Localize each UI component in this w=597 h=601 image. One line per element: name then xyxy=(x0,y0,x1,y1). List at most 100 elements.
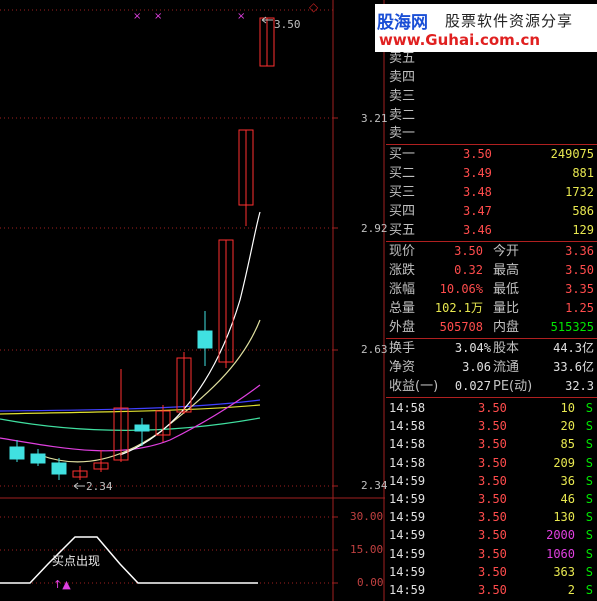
tick-time: 14:58 xyxy=(389,401,426,415)
buy-order-price: 3.48 xyxy=(463,185,492,199)
tick-price: 3.50 xyxy=(478,510,507,525)
tick-row[interactable]: 14:58 3.50 20 S xyxy=(386,417,597,436)
tick-side: S xyxy=(585,473,593,488)
buy-order-volume: 881 xyxy=(572,166,594,180)
buy-order-price: 3.46 xyxy=(463,223,492,237)
sell-order-label: 卖二 xyxy=(389,108,416,123)
divider xyxy=(386,397,597,398)
tick-time: 14:59 xyxy=(389,528,426,543)
quote-row: 总量 102.1万 量比 1.25 xyxy=(386,299,597,318)
buy-order-row[interactable]: 买三 3.48 1732 xyxy=(386,183,597,202)
kline-svg[interactable] xyxy=(0,0,385,601)
ma-line-ma10 xyxy=(39,319,261,463)
ma-line-white xyxy=(119,211,261,456)
quote-row: 外盘 505708 内盘 515325 xyxy=(386,318,597,337)
tick-row[interactable]: 14:58 3.50 209 S xyxy=(386,454,597,473)
tick-price: 3.50 xyxy=(478,546,507,561)
watermark-tagline: 股票软件资源分享 xyxy=(445,12,574,30)
buy-order-row[interactable]: 买五 3.46 129 xyxy=(386,221,597,240)
top-marker-3: × xyxy=(237,11,246,22)
buy-order-price: 3.50 xyxy=(463,147,492,161)
quote-value: 3.50 xyxy=(565,263,594,277)
tick-volume: 2000 xyxy=(546,528,575,543)
tick-volume: 46 xyxy=(560,492,575,506)
corner-diamond-icon[interactable]: ◇ xyxy=(309,0,318,14)
quote-label: 现价 xyxy=(389,244,416,259)
quote-row: 涨幅 10.06% 最低 3.35 xyxy=(386,280,597,299)
tick-side: S xyxy=(585,583,593,597)
fundamental-value: 32.3 xyxy=(565,379,594,393)
tick-volume: 85 xyxy=(560,437,575,452)
quote-row: 现价 3.50 今开 3.36 xyxy=(386,242,597,261)
tick-side: S xyxy=(585,546,593,561)
buy-order-label: 买四 xyxy=(389,204,416,219)
sell-order-row[interactable]: 卖四 xyxy=(386,68,597,87)
fundamental-label: 净资 xyxy=(389,360,416,375)
candle-body xyxy=(9,446,25,460)
tick-time: 14:59 xyxy=(389,546,426,561)
quote-label: 最低 xyxy=(493,282,520,297)
candle-body xyxy=(134,424,150,432)
fundamental-value: 33.6亿 xyxy=(553,360,594,374)
tick-row[interactable]: 14:59 3.50 46 S xyxy=(386,490,597,509)
tick-row[interactable]: 14:59 3.50 2 S xyxy=(386,581,597,600)
quote-label: 今开 xyxy=(493,244,520,259)
fundamental-row: 净资 3.06 流通 33.6亿 xyxy=(386,358,597,377)
tick-row[interactable]: 14:59 3.50 363 S xyxy=(386,563,597,582)
tick-volume: 10 xyxy=(560,401,575,415)
tick-side: S xyxy=(585,492,593,506)
price-label-2: 2.92 xyxy=(361,222,388,235)
candle-body xyxy=(30,453,46,464)
tick-row[interactable]: 14:59 3.50 1060 S xyxy=(386,545,597,564)
top-marker-1: × xyxy=(133,11,142,22)
fundamental-value: 44.3亿 xyxy=(553,341,594,355)
fundamental-value: 3.06 xyxy=(462,360,491,374)
indicator-label-3: 0.00 xyxy=(357,576,384,589)
indicator-label-1: 30.00 xyxy=(350,510,384,523)
tick-time: 14:59 xyxy=(389,510,426,525)
buy-order-row[interactable]: 买二 3.49 881 xyxy=(386,164,597,183)
quote-value: 102.1万 xyxy=(434,301,483,315)
buy-order-volume: 586 xyxy=(572,204,594,218)
buy-order-row[interactable]: 买一 3.50 249075 xyxy=(386,145,597,164)
buy-order-label: 买一 xyxy=(389,147,416,162)
price-label-3: 2.63 xyxy=(361,343,388,356)
sell-order-row[interactable]: 卖一 xyxy=(386,124,597,143)
ma-line-yellow xyxy=(0,404,261,415)
fundamental-label: 流通 xyxy=(493,360,520,375)
tick-row[interactable]: 14:59 3.50 130 S xyxy=(386,508,597,527)
tick-row[interactable]: 14:59 3.50 36 S xyxy=(386,472,597,491)
tick-price: 3.50 xyxy=(478,455,507,470)
tick-price: 3.50 xyxy=(478,528,507,543)
tick-side: S xyxy=(585,419,593,434)
sell-order-row[interactable]: 卖二 xyxy=(386,106,597,125)
fundamental-row: 换手 3.04% 股本 44.3亿 xyxy=(386,339,597,358)
fundamental-label: PE(动) xyxy=(493,379,533,394)
quote-label: 内盘 xyxy=(493,320,520,335)
quote-value: 0.32 xyxy=(454,263,483,277)
tick-time: 14:59 xyxy=(389,564,426,579)
tick-price: 3.50 xyxy=(478,473,507,488)
candle-body xyxy=(197,330,213,349)
fundamental-value: 0.027 xyxy=(454,379,491,393)
quote-value: 515325 xyxy=(550,320,594,334)
indicator-label-2: 15.00 xyxy=(350,543,384,556)
tick-price: 3.50 xyxy=(478,419,507,434)
ma-line-blue xyxy=(0,399,261,412)
tick-volume: 130 xyxy=(553,510,575,525)
tick-time: 14:59 xyxy=(389,583,426,597)
tick-row[interactable]: 14:58 3.50 10 S xyxy=(386,399,597,418)
kline-chart[interactable]: 3.21 2.92 2.63 2.34 3.50 2.34 30.00 15.0… xyxy=(0,0,388,601)
tick-row[interactable]: 14:59 3.50 2000 S xyxy=(386,526,597,545)
low-pointer-icon xyxy=(73,482,85,490)
sell-order-row[interactable]: 卖三 xyxy=(386,87,597,106)
buy-order-label: 买五 xyxy=(389,223,416,238)
quote-label: 总量 xyxy=(389,301,416,316)
buy-signal-text: 买点出现 xyxy=(52,554,101,568)
buy-order-label: 买二 xyxy=(389,166,416,181)
high-price-label: 3.50 xyxy=(274,18,301,31)
tick-row[interactable]: 14:58 3.50 85 S xyxy=(386,435,597,454)
quote-value: 3.35 xyxy=(565,282,594,296)
fundamental-label: 换手 xyxy=(389,341,416,356)
buy-order-row[interactable]: 买四 3.47 586 xyxy=(386,202,597,221)
